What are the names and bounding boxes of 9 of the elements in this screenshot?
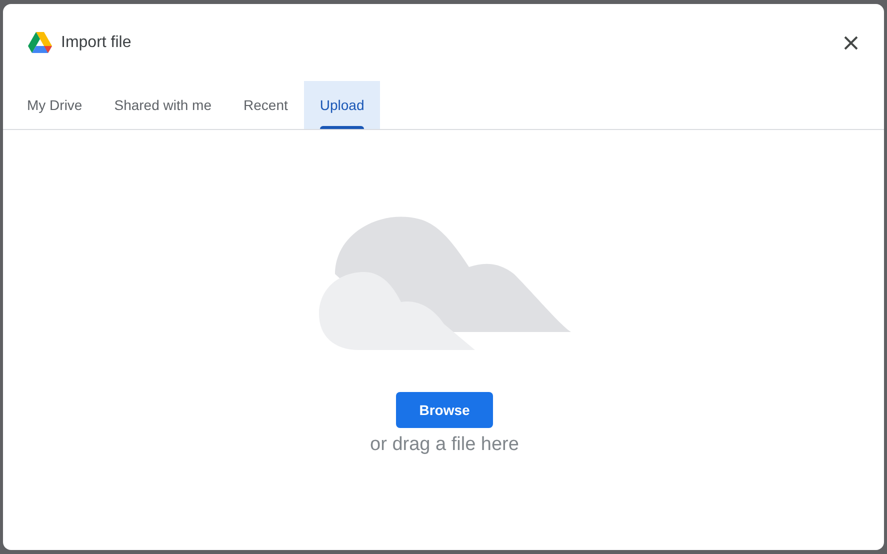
browse-button[interactable]: Browse bbox=[396, 392, 493, 428]
close-icon bbox=[844, 36, 858, 50]
tab[interactable]: Recent bbox=[228, 81, 304, 129]
tab[interactable]: Upload bbox=[304, 81, 380, 129]
dialog-title: Import file bbox=[61, 34, 132, 52]
drag-hint: or drag a file here bbox=[370, 434, 519, 456]
tab[interactable]: Shared with me bbox=[98, 81, 228, 129]
tab[interactable]: My Drive bbox=[11, 81, 98, 129]
drive-logo-icon bbox=[28, 32, 52, 53]
